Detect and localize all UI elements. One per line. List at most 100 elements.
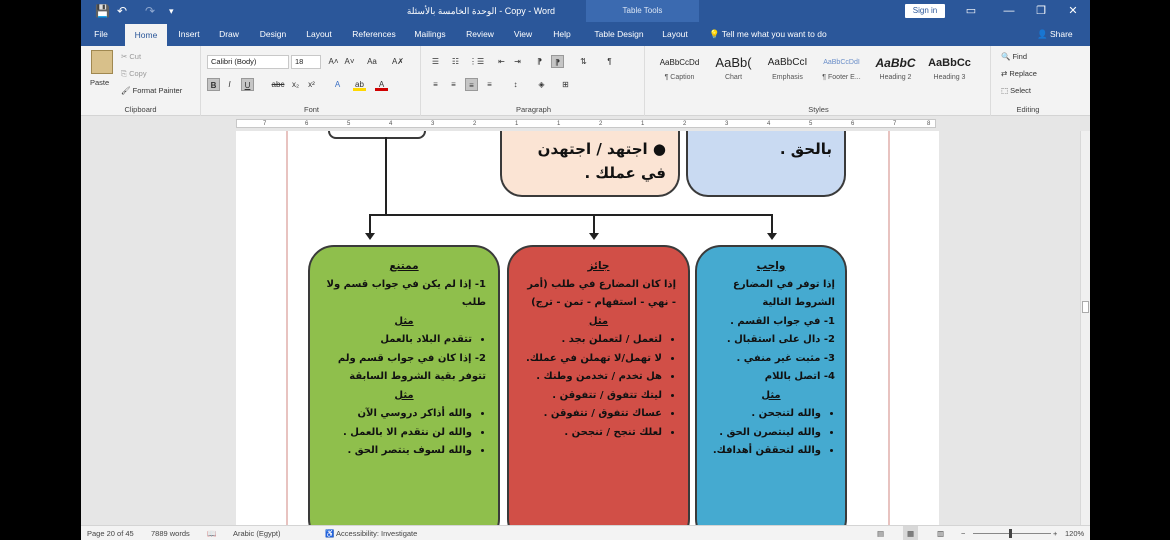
superscript-button[interactable]: x² [305,78,318,91]
tab-view[interactable]: View [509,22,537,46]
style-chart[interactable]: AaBb(Chart [707,52,760,96]
share-button[interactable]: 👤 Share [1037,22,1073,46]
borders-button[interactable]: ⊞ [559,78,572,91]
page[interactable]: ● اجتهد / اجتهدن في عملك . بالحق . ممتنع… [236,131,939,525]
clear-format-button[interactable]: A✗ [389,55,407,68]
proofing-icon[interactable]: 📖 [207,526,216,540]
tab-review[interactable]: Review [461,22,499,46]
tell-me-search[interactable]: 💡 Tell me what you want to do [709,22,827,46]
line-spacing-button[interactable]: ↕ [509,78,522,91]
change-case-button[interactable]: Aa [363,55,381,68]
ltr-button[interactable]: ⁋ [533,55,546,68]
style-emphasis[interactable]: AaBbCcI Emphasis [761,52,814,96]
shading-button[interactable]: ◈ [535,78,548,91]
style-heading-2[interactable]: AaBbC Heading 2 [869,52,922,96]
card-jaiz: جائز إذا كان المضارع في طلب (أمر - نهي -… [507,245,690,525]
web-layout-icon[interactable]: ▥ [937,526,944,540]
font-size-select[interactable]: 18 [291,55,321,69]
top-left-box [328,131,426,139]
top-middle-box: ● اجتهد / اجتهدن في عملك . [500,131,680,197]
zoom-out-icon[interactable]: − [961,526,965,540]
multilevel-list-button[interactable]: ⋮☰ [469,55,484,68]
accessibility-status[interactable]: ♿ Accessibility: Investigate [325,526,417,540]
tab-home[interactable]: Home [125,24,167,46]
sign-in-button[interactable]: Sign in [905,4,945,18]
align-right-button[interactable]: ≡ [465,78,478,91]
tab-table-layout[interactable]: Layout [657,22,693,46]
decrease-indent-button[interactable]: ⇤ [495,55,508,68]
tab-draw[interactable]: Draw [215,22,243,46]
language[interactable]: Arabic (Egypt) [233,526,281,540]
replace-button[interactable]: ⇄ Replace [1001,69,1037,78]
underline-button[interactable]: U [241,78,254,91]
document-area[interactable]: ● اجتهد / اجتهدن في عملك . بالحق . ممتنع… [81,131,1080,525]
bold-button[interactable]: B [207,78,220,91]
copy-button[interactable]: ⎘ Copy [121,69,147,79]
find-label: Find [1012,52,1028,61]
page-count[interactable]: Page 20 of 45 [87,526,134,540]
tab-references[interactable]: References [349,22,399,46]
tab-file[interactable]: File [89,22,113,46]
tab-layout[interactable]: Layout [301,22,337,46]
font-color-button[interactable]: A [375,78,388,91]
style-caption[interactable]: AaBbCcDd ¶ Caption [653,52,706,96]
style-sample: AaBbCcDdI [823,59,860,66]
align-left-button[interactable]: ≡ [429,78,442,91]
subscript-button[interactable]: x₂ [289,78,302,91]
tab-design[interactable]: Design [255,22,291,46]
find-button[interactable]: 🔍 Find [1001,52,1027,61]
list-item: ليتك تتفوق / تتفوقن . [521,387,662,406]
tab-table-design[interactable]: Table Design [589,22,649,46]
highlight-button[interactable]: ab [353,78,366,91]
increase-indent-button[interactable]: ⇥ [511,55,524,68]
bullets-button[interactable]: ☰ [429,55,442,68]
paste-icon[interactable] [91,50,113,74]
zoom-level[interactable]: 120% [1065,526,1084,540]
paste-button[interactable]: Paste [90,78,109,87]
shrink-font-button[interactable]: A˅ [343,55,356,68]
save-icon[interactable]: 💾 [95,3,110,19]
zoom-slider-thumb[interactable] [1009,529,1012,538]
person-icon: 👤 [1037,29,1050,39]
cut-button[interactable]: ✂ Cut [121,52,141,61]
style-footer[interactable]: AaBbCcDdI ¶ Footer E... [815,52,868,96]
format-painter-button[interactable]: 🖌 Format Painter [121,86,182,95]
strikethrough-button[interactable]: abc [269,78,287,91]
scroll-thumb[interactable] [1082,301,1089,313]
restore-icon[interactable]: ❐ [1025,0,1057,22]
font-name-select[interactable]: Calibri (Body) [207,55,289,69]
zoom-in-icon[interactable]: + [1053,526,1057,540]
close-icon[interactable]: ✕ [1057,0,1089,22]
vertical-scrollbar[interactable] [1080,131,1090,525]
rtl-button[interactable]: ⁋ [551,55,564,68]
select-button[interactable]: ⬚ Select [1001,86,1031,95]
justify-button[interactable]: ≡ [483,78,496,91]
show-formatting-button[interactable]: ¶ [603,55,616,68]
word-count[interactable]: 7889 words [151,526,190,540]
clipboard-group: Paste ✂ Cut ⎘ Copy 🖌 Format Painter Clip… [81,46,201,116]
style-name: Chart [724,74,743,81]
print-layout-icon[interactable]: ▦ [903,526,919,540]
tab-help[interactable]: Help [547,22,577,46]
zoom-slider[interactable] [973,533,1051,534]
paragraph-label: Paragraph [515,105,552,114]
clipboard-label: Clipboard [124,105,157,114]
redo-icon[interactable]: ↷ [145,3,155,19]
grow-font-button[interactable]: A˄ [327,55,340,68]
tab-mailings[interactable]: Mailings [409,22,451,46]
text-effects-button[interactable]: A [331,78,344,91]
align-center-button[interactable]: ≡ [447,78,460,91]
ribbon-display-options-icon[interactable]: ▭ [955,0,987,22]
italic-button[interactable]: I [223,78,236,91]
horizontal-ruler[interactable]: 7 6 5 4 3 2 1 1 2 1 2 3 4 5 6 7 8 [81,117,1090,131]
tell-me-text: Tell me what you want to do [721,29,827,39]
focus-icon[interactable]: ▤ [877,526,884,540]
style-heading-3[interactable]: AaBbCc Heading 3 [923,52,976,96]
undo-icon[interactable]: ↶ [117,3,127,19]
minimize-icon[interactable]: — [993,0,1025,22]
sort-button[interactable]: ⇅ [577,55,590,68]
condition: 4- اتصل باللام [764,371,835,382]
quick-access-menu-icon[interactable]: ▾ [169,3,174,19]
tab-insert[interactable]: Insert [173,22,205,46]
numbering-button[interactable]: ☷ [449,55,462,68]
